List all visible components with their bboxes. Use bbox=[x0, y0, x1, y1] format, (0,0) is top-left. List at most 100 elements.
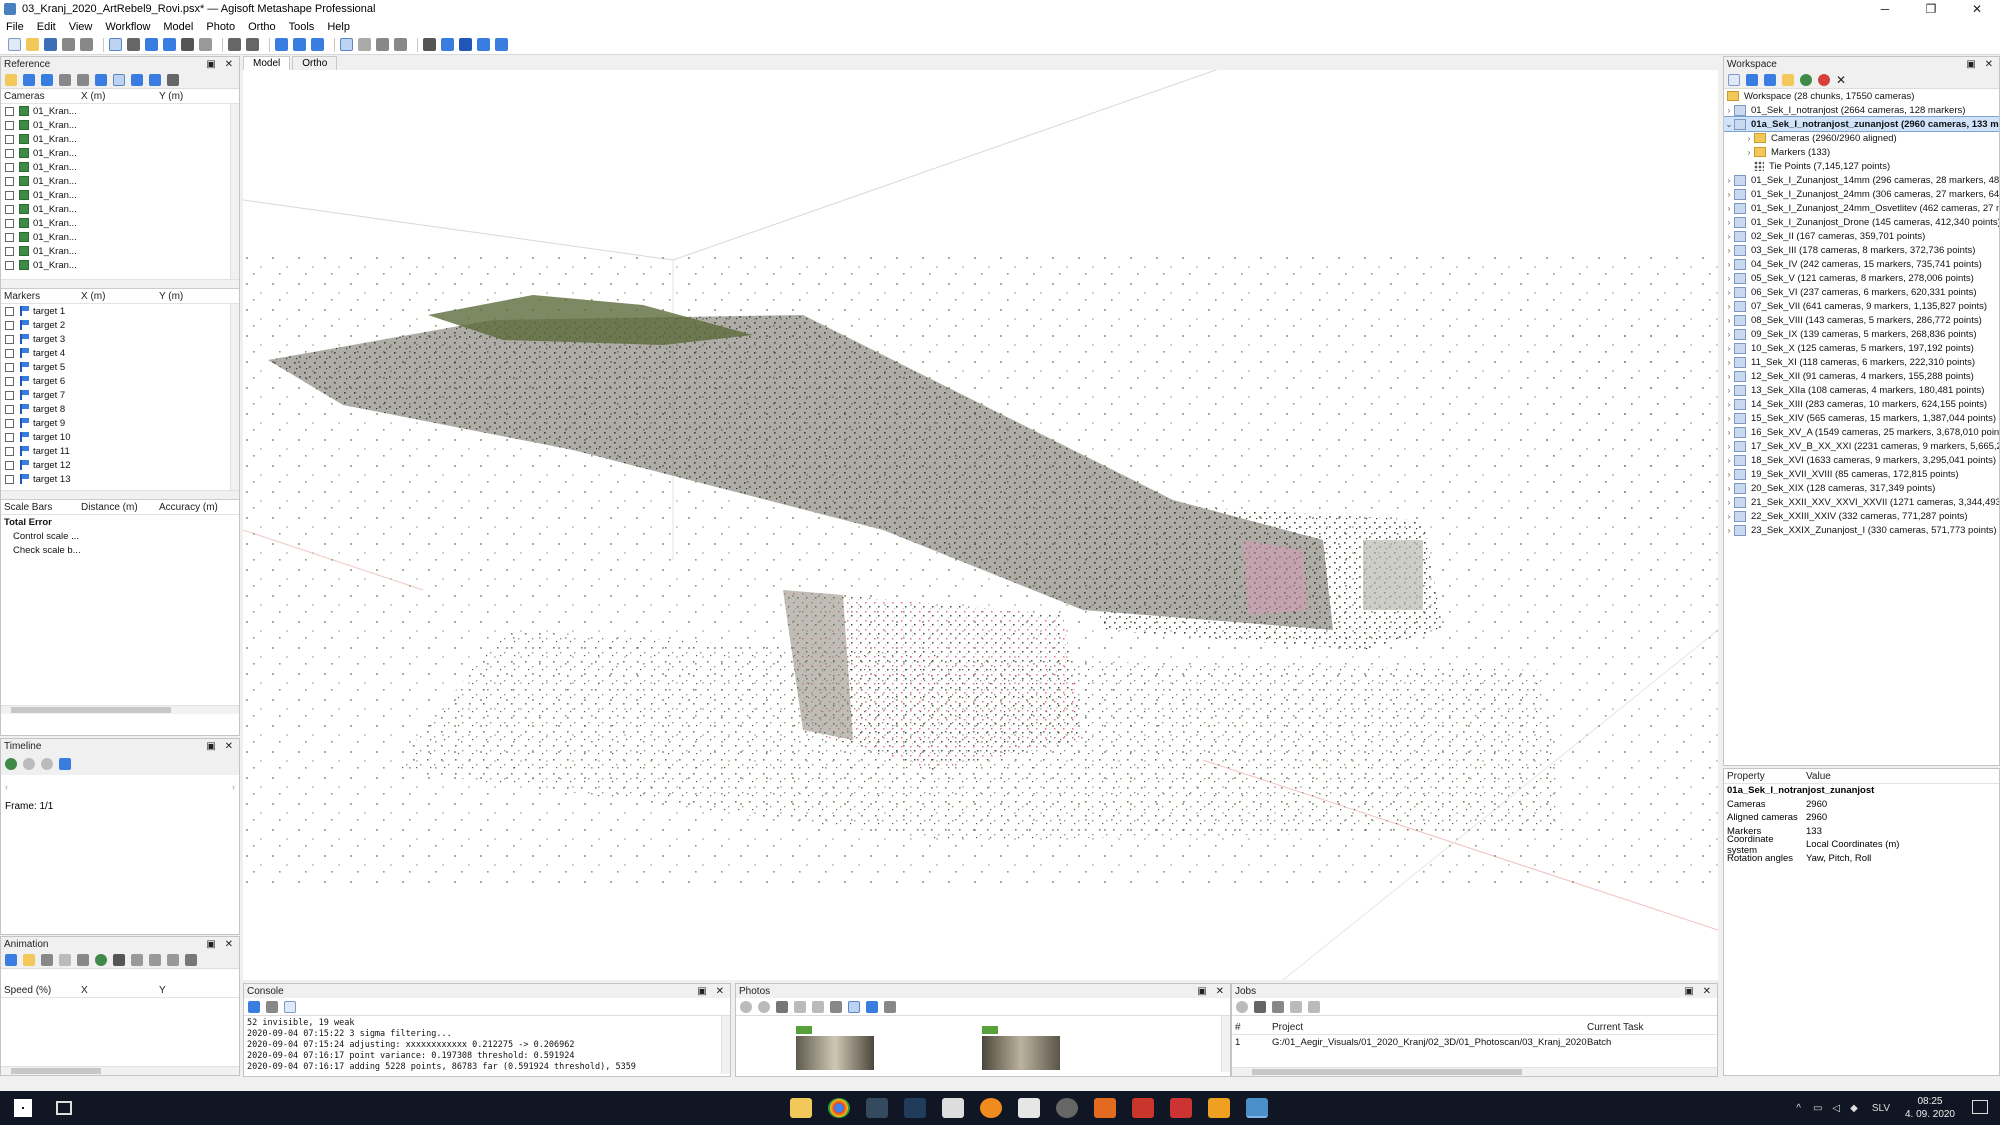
cameras-hscroll[interactable] bbox=[1, 279, 239, 288]
chunk-item[interactable]: › 19_Sek_XVII_XVIII (85 cameras, 172,815 … bbox=[1724, 467, 1999, 481]
dense-cloud-icon[interactable] bbox=[358, 38, 371, 51]
marker-checkbox[interactable] bbox=[5, 376, 14, 386]
task-view-icon[interactable] bbox=[56, 1101, 72, 1115]
col-y[interactable]: Y (m) bbox=[159, 91, 183, 102]
lightroom-icon[interactable] bbox=[866, 1098, 888, 1118]
chunk-item[interactable]: › 10_Sek_X (125 cameras, 5 markers, 197,1… bbox=[1724, 341, 1999, 355]
show-region-icon[interactable] bbox=[459, 38, 472, 51]
thumbnails-icon[interactable] bbox=[866, 1000, 878, 1013]
control-scale-row[interactable]: Control scale ... bbox=[1, 529, 239, 543]
chevron-right-icon[interactable]: › bbox=[1724, 484, 1734, 493]
panel-float-close-icon[interactable]: ▣ ✕ bbox=[697, 986, 727, 997]
crop-selection-icon[interactable] bbox=[246, 38, 259, 51]
marker-row[interactable]: target 2 bbox=[1, 318, 239, 332]
marker-row[interactable]: target 7 bbox=[1, 388, 239, 402]
marker-checkbox[interactable] bbox=[5, 362, 14, 372]
photos-vscroll[interactable] bbox=[1221, 1016, 1230, 1072]
camera-checkbox[interactable] bbox=[5, 134, 14, 144]
marker-row[interactable]: target 1 bbox=[1, 304, 239, 318]
add-chunk-icon[interactable] bbox=[1728, 73, 1740, 86]
stop-icon[interactable] bbox=[41, 758, 53, 770]
chunk-item[interactable]: › 01_Sek_I_Zunanjost_24mm (306 cameras, 2… bbox=[1724, 187, 1999, 201]
move-up-icon[interactable] bbox=[131, 953, 143, 966]
camera-checkbox[interactable] bbox=[5, 218, 14, 228]
chevron-right-icon[interactable]: › bbox=[1724, 428, 1734, 437]
pause-icon[interactable] bbox=[23, 758, 35, 770]
chevron-right-icon[interactable]: › bbox=[1744, 148, 1754, 157]
marker-checkbox[interactable] bbox=[5, 390, 14, 400]
tab-model[interactable]: Model bbox=[243, 56, 291, 70]
chunk-item[interactable]: › 01_Sek_I_Zunanjost_14mm (296 cameras, 2… bbox=[1724, 173, 1999, 187]
marker-checkbox[interactable] bbox=[5, 460, 14, 470]
reset-view-icon[interactable] bbox=[311, 38, 324, 51]
menu-photo[interactable]: Photo bbox=[206, 21, 235, 33]
col-cameras[interactable]: Cameras bbox=[1, 91, 81, 102]
navigation-icon[interactable] bbox=[109, 38, 122, 51]
undo-icon[interactable] bbox=[62, 38, 75, 51]
view-icon[interactable] bbox=[167, 953, 179, 966]
camera-checkbox[interactable] bbox=[5, 246, 14, 256]
chevron-right-icon[interactable]: › bbox=[1724, 190, 1734, 199]
blender-icon[interactable] bbox=[980, 1098, 1002, 1118]
cameras-vscroll[interactable] bbox=[230, 104, 239, 279]
play-icon[interactable] bbox=[5, 758, 17, 770]
chevron-right-icon[interactable]: › bbox=[1724, 442, 1734, 451]
convert-icon[interactable] bbox=[41, 73, 53, 86]
chevron-right-icon[interactable]: › bbox=[1724, 246, 1734, 255]
new-icon[interactable] bbox=[8, 38, 21, 51]
show-markers-icon[interactable] bbox=[441, 38, 454, 51]
chunk-item[interactable]: › 15_Sek_XIV (565 cameras, 15 markers, 1,… bbox=[1724, 411, 1999, 425]
col-x[interactable]: X bbox=[81, 985, 159, 996]
marker-checkbox[interactable] bbox=[5, 348, 14, 358]
open-track-icon[interactable] bbox=[23, 953, 35, 966]
panel-float-close-icon[interactable]: ▣ ✕ bbox=[206, 939, 236, 950]
chevron-right-icon[interactable]: › bbox=[1724, 414, 1734, 423]
panel-float-close-icon[interactable]: ▣ ✕ bbox=[1966, 59, 1996, 70]
chevron-right-icon[interactable]: › bbox=[1724, 316, 1734, 325]
marker-row[interactable]: target 4 bbox=[1, 346, 239, 360]
view-source-icon[interactable] bbox=[95, 73, 107, 86]
run-script-icon[interactable] bbox=[284, 1000, 296, 1013]
chunk-item[interactable]: › 23_Sek_XXIX_Zunanjost_I (330 cameras, 5… bbox=[1724, 523, 1999, 537]
houdini-icon[interactable] bbox=[1094, 1098, 1116, 1118]
camera-row[interactable]: 01_Kran... bbox=[1, 258, 239, 272]
show-cameras-icon[interactable] bbox=[423, 38, 436, 51]
camera-row[interactable]: 01_Kran... bbox=[1, 216, 239, 230]
close-button[interactable]: ✕ bbox=[1954, 0, 2000, 18]
camera-row[interactable]: 01_Kran... bbox=[1, 104, 239, 118]
start-icon[interactable] bbox=[14, 1099, 32, 1117]
chevron-right-icon[interactable]: › bbox=[1724, 358, 1734, 367]
console-vscroll[interactable] bbox=[721, 1016, 730, 1074]
col-property[interactable]: Property bbox=[1724, 771, 1806, 782]
export-reference-icon[interactable] bbox=[23, 73, 35, 86]
menu-edit[interactable]: Edit bbox=[37, 21, 56, 33]
capture-icon[interactable] bbox=[59, 953, 71, 966]
camera-checkbox[interactable] bbox=[5, 120, 14, 130]
job-row[interactable]: 1 G:/01_Aegir_Visuals/01_2020_Kranj/02_3D… bbox=[1232, 1035, 1717, 1049]
menu-ortho[interactable]: Ortho bbox=[248, 21, 276, 33]
chrome-icon[interactable] bbox=[828, 1098, 850, 1118]
new-track-icon[interactable] bbox=[5, 953, 17, 966]
open-icon[interactable] bbox=[26, 38, 39, 51]
chunk-item[interactable]: › 12_Sek_XII (91 cameras, 4 markers, 155,… bbox=[1724, 369, 1999, 383]
markers-vscroll[interactable] bbox=[230, 304, 239, 490]
show-basemap-icon[interactable] bbox=[477, 38, 490, 51]
chunk-item[interactable]: › 16_Sek_XV_A (1549 cameras, 25 markers, … bbox=[1724, 425, 1999, 439]
marker-checkbox[interactable] bbox=[5, 320, 14, 330]
redo-icon[interactable] bbox=[80, 38, 93, 51]
marker-row[interactable]: target 3 bbox=[1, 332, 239, 346]
camera-row[interactable]: 01_Kran... bbox=[1, 132, 239, 146]
animation-settings-icon[interactable] bbox=[185, 953, 197, 966]
camera-checkbox[interactable] bbox=[5, 232, 14, 242]
davinci-icon[interactable] bbox=[1056, 1098, 1078, 1118]
point-cloud-render[interactable] bbox=[243, 70, 1718, 980]
chunk-item[interactable]: › 11_Sek_XI (118 cameras, 6 markers, 222,… bbox=[1724, 355, 1999, 369]
optimize-cameras-icon[interactable] bbox=[59, 73, 71, 86]
photo-thumbnail[interactable] bbox=[982, 1036, 1060, 1070]
menu-help[interactable]: Help bbox=[327, 21, 350, 33]
scalebars-hscroll[interactable] bbox=[1, 705, 239, 714]
show-shapes-icon[interactable] bbox=[495, 38, 508, 51]
camera-checkbox[interactable] bbox=[5, 176, 14, 186]
export-video-icon[interactable] bbox=[77, 953, 89, 966]
timeline-right-arrow-icon[interactable]: › bbox=[232, 782, 235, 792]
